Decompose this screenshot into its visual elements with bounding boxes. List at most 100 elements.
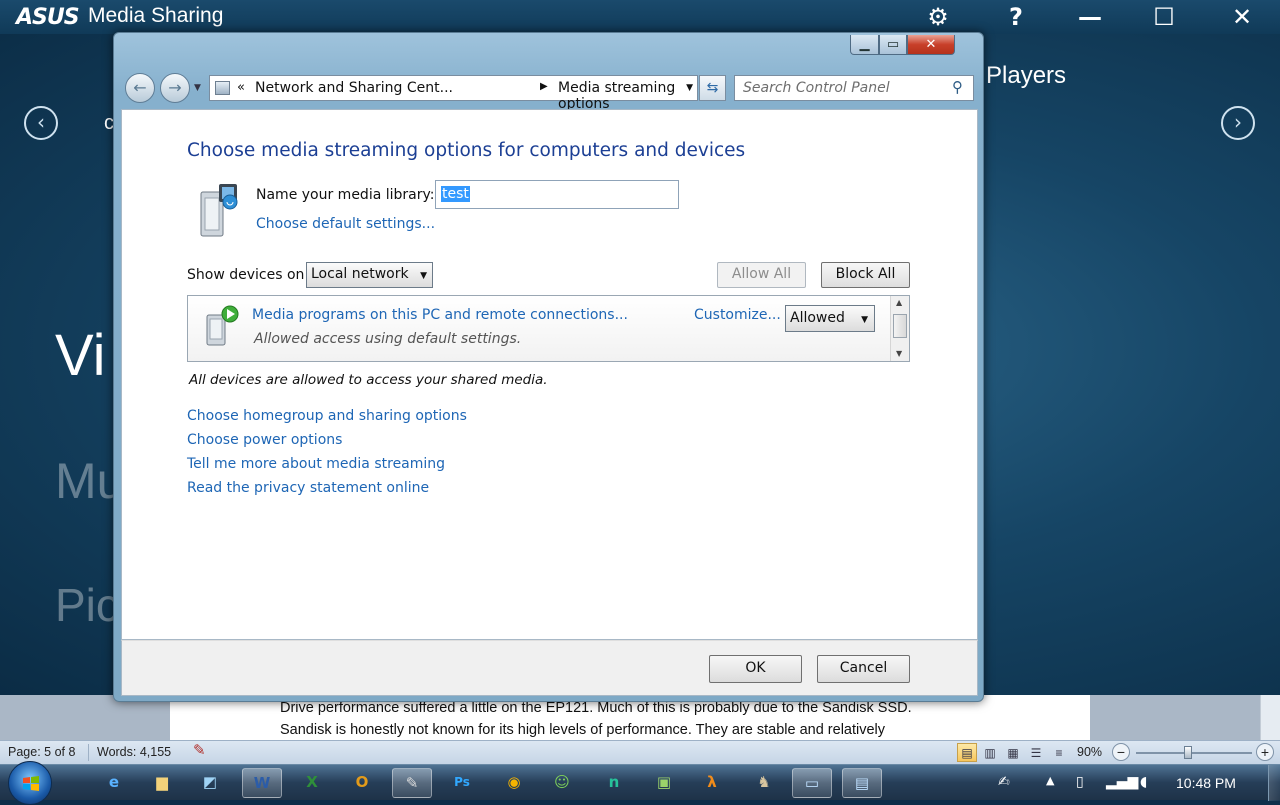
- block-all-button[interactable]: Block All: [821, 262, 910, 288]
- word-status-bar: Page: 5 of 8 Words: 4,155 ✎ ▤ ▥ ▦ ☰ ≡ 90% − …: [0, 740, 1280, 764]
- full-screen-reading-view-icon[interactable]: ▥: [980, 743, 1000, 762]
- asus-close-button[interactable]: ✕: [1222, 2, 1262, 32]
- internet-explorer-icon[interactable]: e: [94, 768, 134, 798]
- search-icon[interactable]: ⚲: [952, 78, 963, 96]
- device-access-dropdown[interactable]: Allowed ▼: [785, 305, 875, 332]
- doc-text-line[interactable]: Sandisk is honestly not known for its hi…: [280, 722, 885, 738]
- show-desktop-button[interactable]: [1268, 765, 1280, 801]
- library-name-value[interactable]: test: [441, 186, 470, 202]
- half-life-icon[interactable]: λ: [692, 768, 732, 798]
- sticky-notes-icon[interactable]: ◩: [190, 768, 230, 798]
- asus-titlebar: ASUS Media Sharing ⚙ ? — ☐ ✕: [0, 0, 1280, 34]
- homegroup-sharing-link[interactable]: Choose homegroup and sharing options: [187, 408, 467, 424]
- help-icon[interactable]: ?: [996, 2, 1036, 32]
- asus-media-taskbar-icon[interactable]: ▭: [792, 768, 832, 798]
- breadcrumb-separator-icon[interactable]: ▶: [540, 81, 548, 92]
- device-list-scrollbar[interactable]: ▲ ▼: [890, 296, 909, 361]
- ok-button[interactable]: OK: [709, 655, 802, 683]
- scroll-down-icon[interactable]: ▼: [896, 349, 902, 358]
- privacy-statement-link[interactable]: Read the privacy statement online: [187, 480, 429, 496]
- zoom-slider-track[interactable]: [1136, 752, 1252, 754]
- settings-gear-icon[interactable]: ⚙: [918, 2, 958, 32]
- battery-icon[interactable]: ▯: [1076, 774, 1084, 790]
- outline-view-icon[interactable]: ☰: [1026, 743, 1046, 762]
- word-vertical-scrollbar[interactable]: [1260, 695, 1280, 740]
- search-input[interactable]: Search Control Panel: [734, 75, 974, 101]
- zoom-level[interactable]: 90%: [1077, 745, 1102, 759]
- taskbar: e ▆ ◩ W X O ✎ Ps ◉ ☺ n ▣ λ ♞ ▭ ▤ ✍ ▲ ▯ ▂…: [0, 761, 1280, 805]
- media-streaming-options-window: ▁ ▭ ✕ ← → ▼ « Network and Sharing Cent..…: [113, 32, 984, 702]
- clock[interactable]: 10:48 PM: [1176, 775, 1236, 791]
- pen-input-tray-icon[interactable]: ✍: [998, 774, 1010, 790]
- scroll-up-icon[interactable]: ▲: [896, 298, 902, 307]
- puppet-app-icon[interactable]: ♞: [744, 768, 784, 798]
- photo-viewer-icon[interactable]: ▣: [644, 768, 684, 798]
- draft-view-icon[interactable]: ≡: [1049, 743, 1069, 762]
- show-devices-label: Show devices on:: [187, 267, 310, 283]
- address-bar[interactable]: « Network and Sharing Cent... ▶ Media st…: [209, 75, 698, 112]
- dialog-footer: OK Cancel: [121, 640, 978, 696]
- asus-app-title: Media Sharing: [88, 4, 224, 27]
- people-icon[interactable]: ☺: [542, 768, 582, 798]
- windows-explorer-icon[interactable]: ▆: [142, 768, 182, 798]
- breadcrumb-overflow[interactable]: «: [237, 80, 245, 95]
- back-button[interactable]: ←: [125, 73, 155, 103]
- refresh-button[interactable]: ⇆: [699, 75, 726, 101]
- network-signal-icon[interactable]: ▂▄▆: [1106, 774, 1138, 790]
- asus-logo: ASUS: [16, 5, 80, 30]
- maximize-button[interactable]: ▭: [879, 35, 907, 55]
- carousel-left-arrow-icon[interactable]: ‹: [24, 106, 58, 140]
- recent-pages-chevron-icon[interactable]: ▼: [194, 83, 201, 93]
- excel-taskbar-icon[interactable]: X: [292, 768, 332, 798]
- breadcrumb-network-and-sharing[interactable]: Network and Sharing Cent...: [255, 80, 453, 96]
- zoom-slider-thumb[interactable]: [1184, 746, 1193, 759]
- device-name-link[interactable]: Media programs on this PC and remote con…: [252, 307, 628, 323]
- chrome-icon[interactable]: ◉: [494, 768, 534, 798]
- customize-link[interactable]: Customize...: [694, 307, 781, 323]
- web-layout-view-icon[interactable]: ▦: [1003, 743, 1023, 762]
- forward-button[interactable]: →: [160, 73, 190, 103]
- all-devices-allowed-text: All devices are allowed to access your s…: [189, 372, 548, 388]
- status-word-count[interactable]: Words: 4,155: [97, 745, 171, 759]
- asus-maximize-button[interactable]: ☐: [1144, 2, 1184, 32]
- word-taskbar-icon[interactable]: W: [242, 768, 282, 798]
- asus-pictures-heading[interactable]: Pic: [55, 578, 119, 632]
- cancel-button[interactable]: Cancel: [817, 655, 910, 683]
- close-button[interactable]: ✕: [907, 35, 955, 55]
- start-button[interactable]: [8, 761, 52, 805]
- volume-icon[interactable]: ◖: [1140, 774, 1147, 790]
- media-streaming-info-link[interactable]: Tell me more about media streaming: [187, 456, 445, 472]
- photoshop-taskbar-icon[interactable]: Ps: [442, 768, 482, 798]
- breadcrumb-media-streaming[interactable]: Media streaming options: [558, 80, 697, 112]
- show-devices-dropdown[interactable]: Local network ▼: [306, 262, 433, 288]
- address-dropdown-icon[interactable]: ▼: [686, 83, 693, 93]
- show-hidden-icons-icon[interactable]: ▲: [1046, 774, 1054, 787]
- library-name-input[interactable]: test: [435, 180, 679, 209]
- proofing-icon[interactable]: ✎: [193, 741, 206, 759]
- view-buttons: ▤ ▥ ▦ ☰ ≡: [957, 743, 1072, 762]
- status-page-count[interactable]: Page: 5 of 8: [8, 745, 75, 759]
- zoom-out-button[interactable]: −: [1112, 743, 1130, 761]
- doc-text-line[interactable]: Drive performance suffered a little on t…: [280, 700, 912, 716]
- allow-all-button[interactable]: Allow All: [717, 262, 806, 288]
- asus-videos-heading[interactable]: Vi: [55, 322, 106, 389]
- control-panel-taskbar-icon[interactable]: ▤: [842, 768, 882, 798]
- zoom-in-button[interactable]: +: [1256, 743, 1274, 761]
- page-title: Choose media streaming options for compu…: [187, 140, 746, 161]
- print-layout-view-icon[interactable]: ▤: [957, 743, 977, 762]
- scroll-thumb[interactable]: [893, 314, 907, 338]
- minimize-button[interactable]: ▁: [850, 35, 879, 55]
- paint-taskbar-icon[interactable]: ✎: [392, 768, 432, 798]
- choose-default-settings-link[interactable]: Choose default settings...: [256, 216, 435, 232]
- windows-logo-icon: [23, 776, 39, 791]
- media-library-icon: [200, 184, 238, 237]
- outlook-taskbar-icon[interactable]: O: [342, 768, 382, 798]
- content-pane: Choose media streaming options for compu…: [121, 109, 978, 640]
- asus-minimize-button[interactable]: —: [1070, 2, 1110, 32]
- n-app-taskbar-icon[interactable]: n: [594, 768, 634, 798]
- show-devices-value: Local network: [311, 266, 409, 282]
- device-access-value: Allowed: [790, 310, 845, 326]
- carousel-right-arrow-icon[interactable]: ›: [1221, 106, 1255, 140]
- power-options-link[interactable]: Choose power options: [187, 432, 342, 448]
- status-divider: [88, 744, 89, 761]
